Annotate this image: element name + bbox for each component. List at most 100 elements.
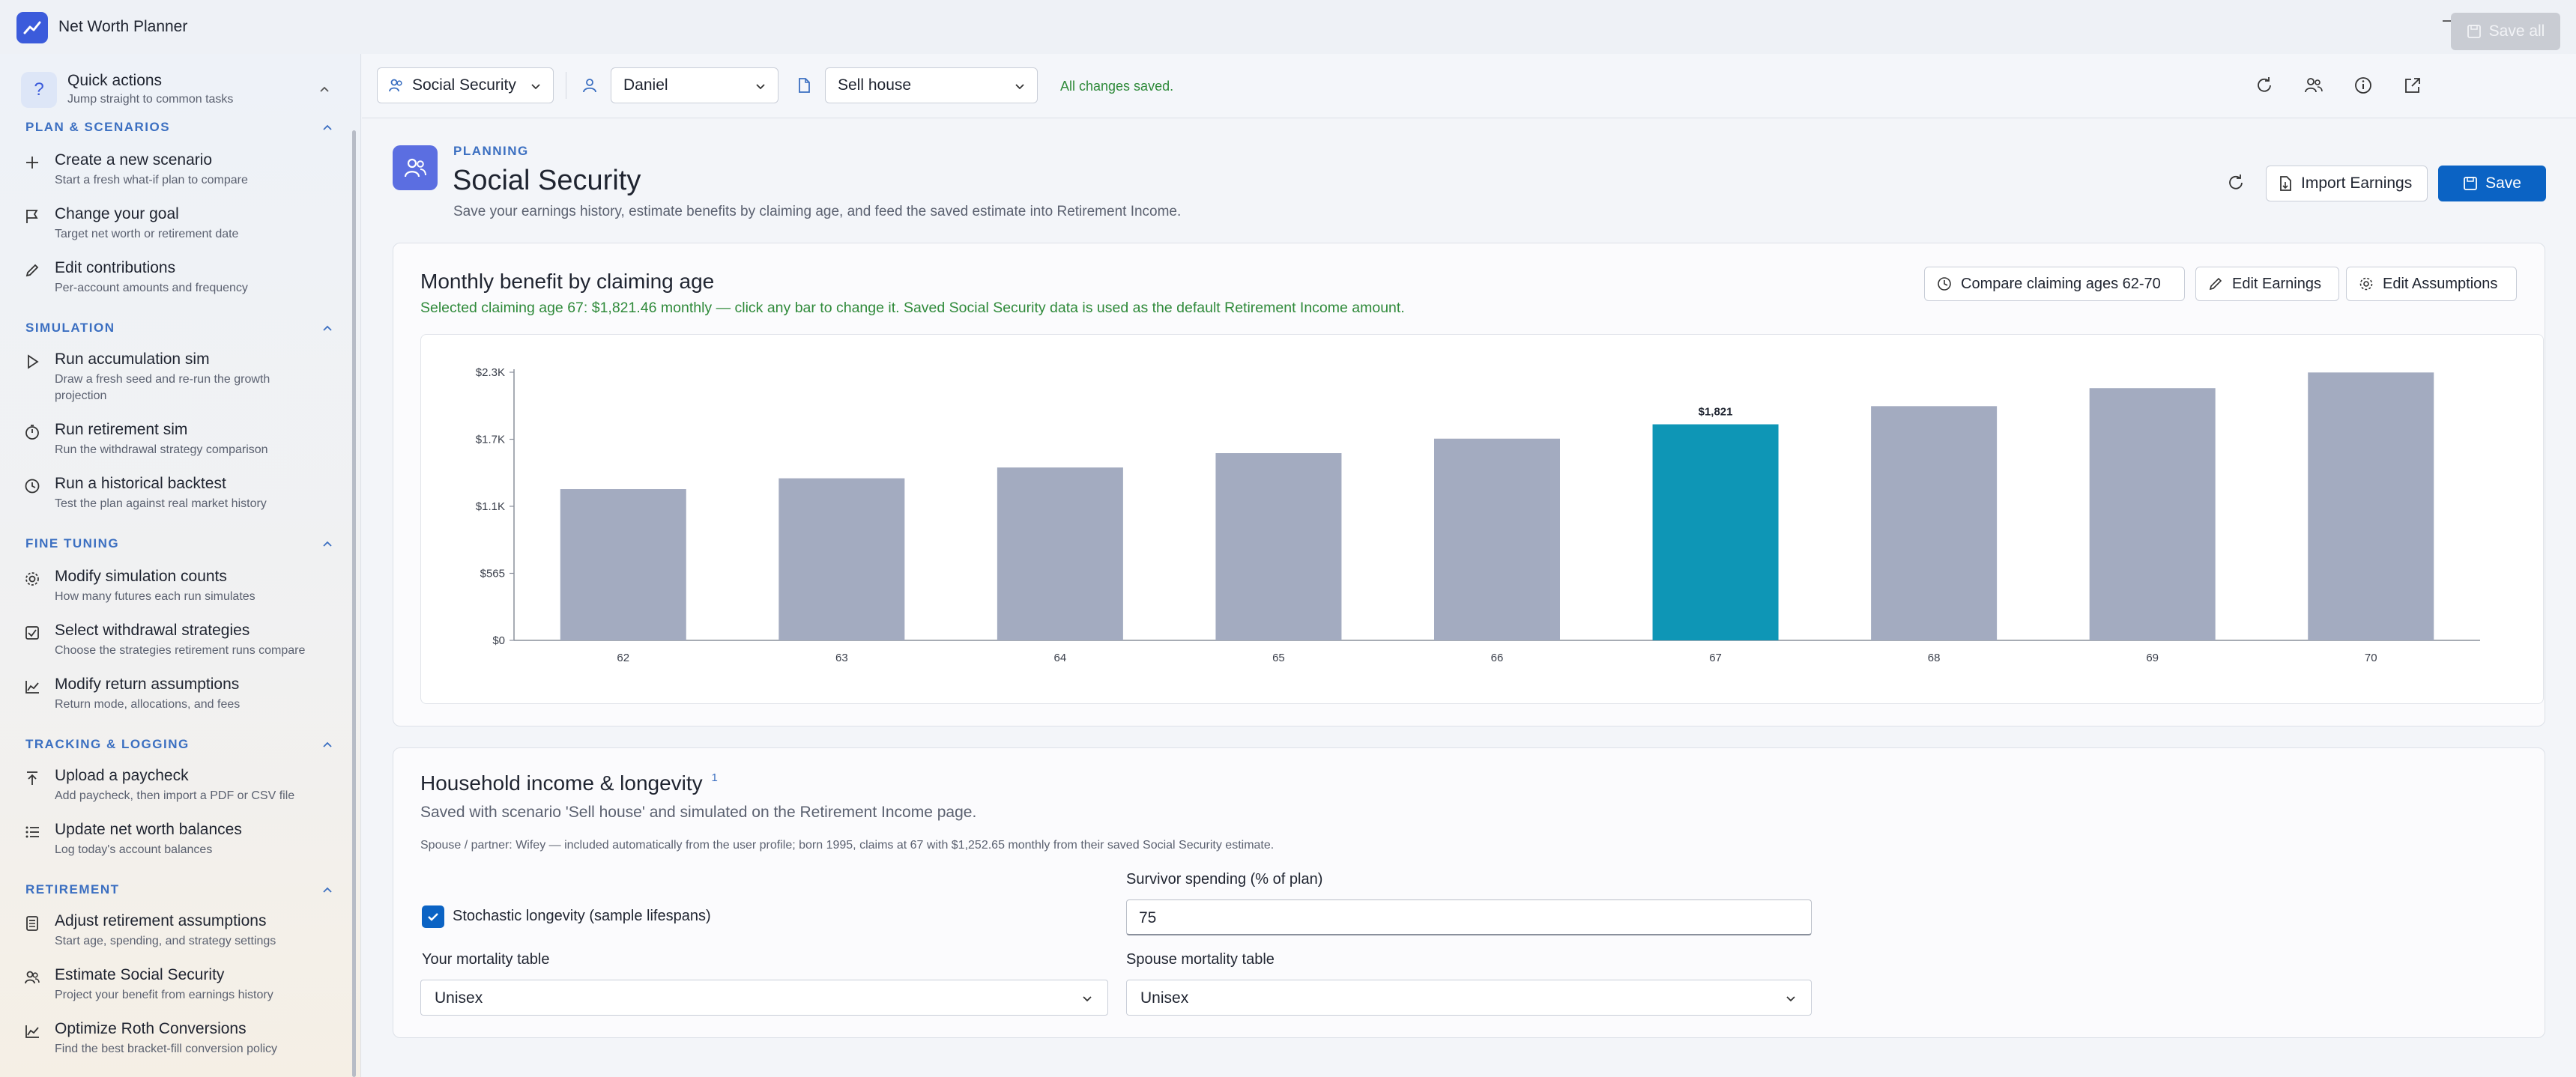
sidebar-item-label: Select withdrawal strategies xyxy=(55,622,250,639)
title-bar: Net Worth Planner xyxy=(0,0,2576,54)
section-plan-scenarios: PLAN & SCENARIOS xyxy=(25,120,171,134)
edit-assumptions-button[interactable]: Edit Assumptions xyxy=(2346,267,2517,301)
sidebar-item-sublabel: Test the plan against real market histor… xyxy=(55,497,267,510)
x-tick-label: 69 xyxy=(2146,652,2159,664)
save-icon xyxy=(2467,25,2481,38)
footnote-marker[interactable]: 1 xyxy=(711,771,717,784)
save-button[interactable]: Save xyxy=(2438,166,2546,201)
stochastic-longevity-label: Stochastic longevity (sample lifespans) xyxy=(453,908,711,924)
your-mortality-label: Your mortality table xyxy=(422,951,550,968)
refresh-icon[interactable] xyxy=(2221,168,2251,198)
save-status: All changes saved. xyxy=(1060,79,1174,94)
sidebar-item-label: Run retirement sim xyxy=(55,421,188,438)
your-mortality-select[interactable]: Unisex xyxy=(420,980,1108,1016)
open-external-icon[interactable] xyxy=(2399,72,2426,99)
sidebar-item-label: Create a new scenario xyxy=(55,151,213,169)
sidebar-item-label: Edit contributions xyxy=(55,259,176,276)
quick-actions[interactable]: ? Quick actions Jump straight to common … xyxy=(18,69,345,111)
toolbar: Social Security Daniel Sell house All ch… xyxy=(362,54,2576,118)
calculator-icon xyxy=(22,914,42,933)
bar-age-70[interactable] xyxy=(2308,372,2434,640)
bar-age-68[interactable] xyxy=(1871,406,1998,640)
document-icon xyxy=(790,72,817,99)
sidebar-item-estimate-social-security[interactable]: Estimate Social Security Project your be… xyxy=(18,966,340,1016)
chevron-down-icon xyxy=(1083,996,1092,1002)
save-label: Save xyxy=(2485,175,2521,192)
bar-age-65[interactable] xyxy=(1215,453,1342,640)
bar-age-62[interactable] xyxy=(560,489,686,640)
sidebar-item-sublabel: Target net worth or retirement date xyxy=(55,228,239,240)
person-icon xyxy=(576,72,603,99)
people-icon[interactable] xyxy=(2300,72,2327,99)
chevron-down-icon xyxy=(1786,996,1795,1002)
gear-icon xyxy=(22,569,42,589)
page-select-value: Social Security xyxy=(412,76,516,94)
sidebar-item-update-balances[interactable]: Update net worth balances Log today's ac… xyxy=(18,821,340,870)
area-chart-icon xyxy=(22,1022,42,1041)
checkbox-icon xyxy=(22,623,42,643)
bar-age-66[interactable] xyxy=(1434,438,1560,640)
sidebar-item-label: Update net worth balances xyxy=(55,821,242,838)
people-icon xyxy=(393,145,438,190)
edit-earnings-label: Edit Earnings xyxy=(2232,275,2321,292)
chevron-up-icon[interactable] xyxy=(321,738,334,751)
edit-earnings-button[interactable]: Edit Earnings xyxy=(2195,267,2339,301)
sidebar-item-upload-paycheck[interactable]: Upload a paycheck Add paycheck, then imp… xyxy=(18,767,340,816)
person-select-value: Daniel xyxy=(623,76,668,94)
spouse-mortality-label: Spouse mortality table xyxy=(1126,951,1275,968)
y-tick-label: $1.1K xyxy=(476,500,505,513)
household-subtitle: Saved with scenario 'Sell house' and sim… xyxy=(420,804,977,821)
save-all-button[interactable]: Save all xyxy=(2451,13,2560,50)
scenario-select-value: Sell house xyxy=(838,76,912,94)
chevron-up-icon[interactable] xyxy=(321,883,334,897)
compare-claiming-ages-button[interactable]: Compare claiming ages 62-70 xyxy=(1924,267,2185,301)
sidebar-item-sublabel: Start a fresh what-if plan to compare xyxy=(55,174,248,186)
sidebar-item-run-retirement[interactable]: Run retirement sim Run the withdrawal st… xyxy=(18,421,340,470)
import-icon xyxy=(2280,176,2291,191)
chevron-up-icon[interactable] xyxy=(321,537,334,550)
play-icon xyxy=(22,352,42,371)
section-retirement: RETIREMENT xyxy=(25,882,120,897)
x-tick-label: 70 xyxy=(2365,652,2377,664)
sidebar-item-run-accumulation[interactable]: Run accumulation sim Draw a fresh seed a… xyxy=(18,351,340,402)
bar-age-63[interactable] xyxy=(778,478,905,640)
question-icon: ? xyxy=(21,72,57,108)
page-select[interactable]: Social Security xyxy=(377,67,554,103)
bar-age-64[interactable] xyxy=(997,467,1123,640)
sidebar-item-label: Estimate Social Security xyxy=(55,966,225,983)
sidebar-item-change-goal[interactable]: Change your goal Target net worth or ret… xyxy=(18,205,340,255)
sidebar-item-create-scenario[interactable]: Create a new scenario Start a fresh what… xyxy=(18,151,340,201)
sidebar-item-return-assumptions[interactable]: Modify return assumptions Return mode, a… xyxy=(18,676,340,725)
chevron-up-icon[interactable] xyxy=(318,82,331,96)
save-all-label: Save all xyxy=(2488,22,2545,40)
person-select[interactable]: Daniel xyxy=(611,67,778,103)
refresh-icon[interactable] xyxy=(2251,72,2278,99)
bar-age-69[interactable] xyxy=(2089,388,2216,640)
sidebar-scrollbar[interactable] xyxy=(352,130,356,1077)
section-tracking-logging: TRACKING & LOGGING xyxy=(25,737,190,751)
import-earnings-label: Import Earnings xyxy=(2301,175,2413,192)
stochastic-longevity-checkbox[interactable] xyxy=(422,905,444,928)
spouse-mortality-select[interactable]: Unisex xyxy=(1126,980,1812,1016)
sidebar-item-edit-contributions[interactable]: Edit contributions Per-account amounts a… xyxy=(18,259,340,309)
sidebar-item-withdrawal-strategies[interactable]: Select withdrawal strategies Choose the … xyxy=(18,622,340,671)
sidebar-item-retirement-assumptions[interactable]: Adjust retirement assumptions Start age,… xyxy=(18,912,340,962)
upload-icon xyxy=(22,768,42,788)
pencil-icon xyxy=(22,261,42,280)
info-icon[interactable] xyxy=(2350,72,2377,99)
sidebar-item-historical-backtest[interactable]: Run a historical backtest Test the plan … xyxy=(18,475,340,524)
household-title-text: Household income & longevity xyxy=(420,771,703,795)
chevron-up-icon[interactable] xyxy=(321,121,334,134)
sidebar-item-sublabel: Per-account amounts and frequency xyxy=(55,282,248,294)
import-earnings-button[interactable]: Import Earnings xyxy=(2266,166,2428,201)
sidebar-item-optimize-roth[interactable]: Optimize Roth Conversions Find the best … xyxy=(18,1020,340,1070)
bar-age-67[interactable] xyxy=(1652,424,1779,640)
survivor-spending-input[interactable]: 75 xyxy=(1126,899,1812,935)
y-tick-label: $0 xyxy=(492,634,505,647)
stopwatch-icon xyxy=(22,422,42,442)
chevron-up-icon[interactable] xyxy=(321,321,334,335)
scenario-select[interactable]: Sell house xyxy=(825,67,1038,103)
sidebar-item-simulation-counts[interactable]: Modify simulation counts How many future… xyxy=(18,568,340,617)
people-icon xyxy=(22,968,42,987)
household-note: Spouse / partner: Wifey — included autom… xyxy=(420,839,1275,852)
